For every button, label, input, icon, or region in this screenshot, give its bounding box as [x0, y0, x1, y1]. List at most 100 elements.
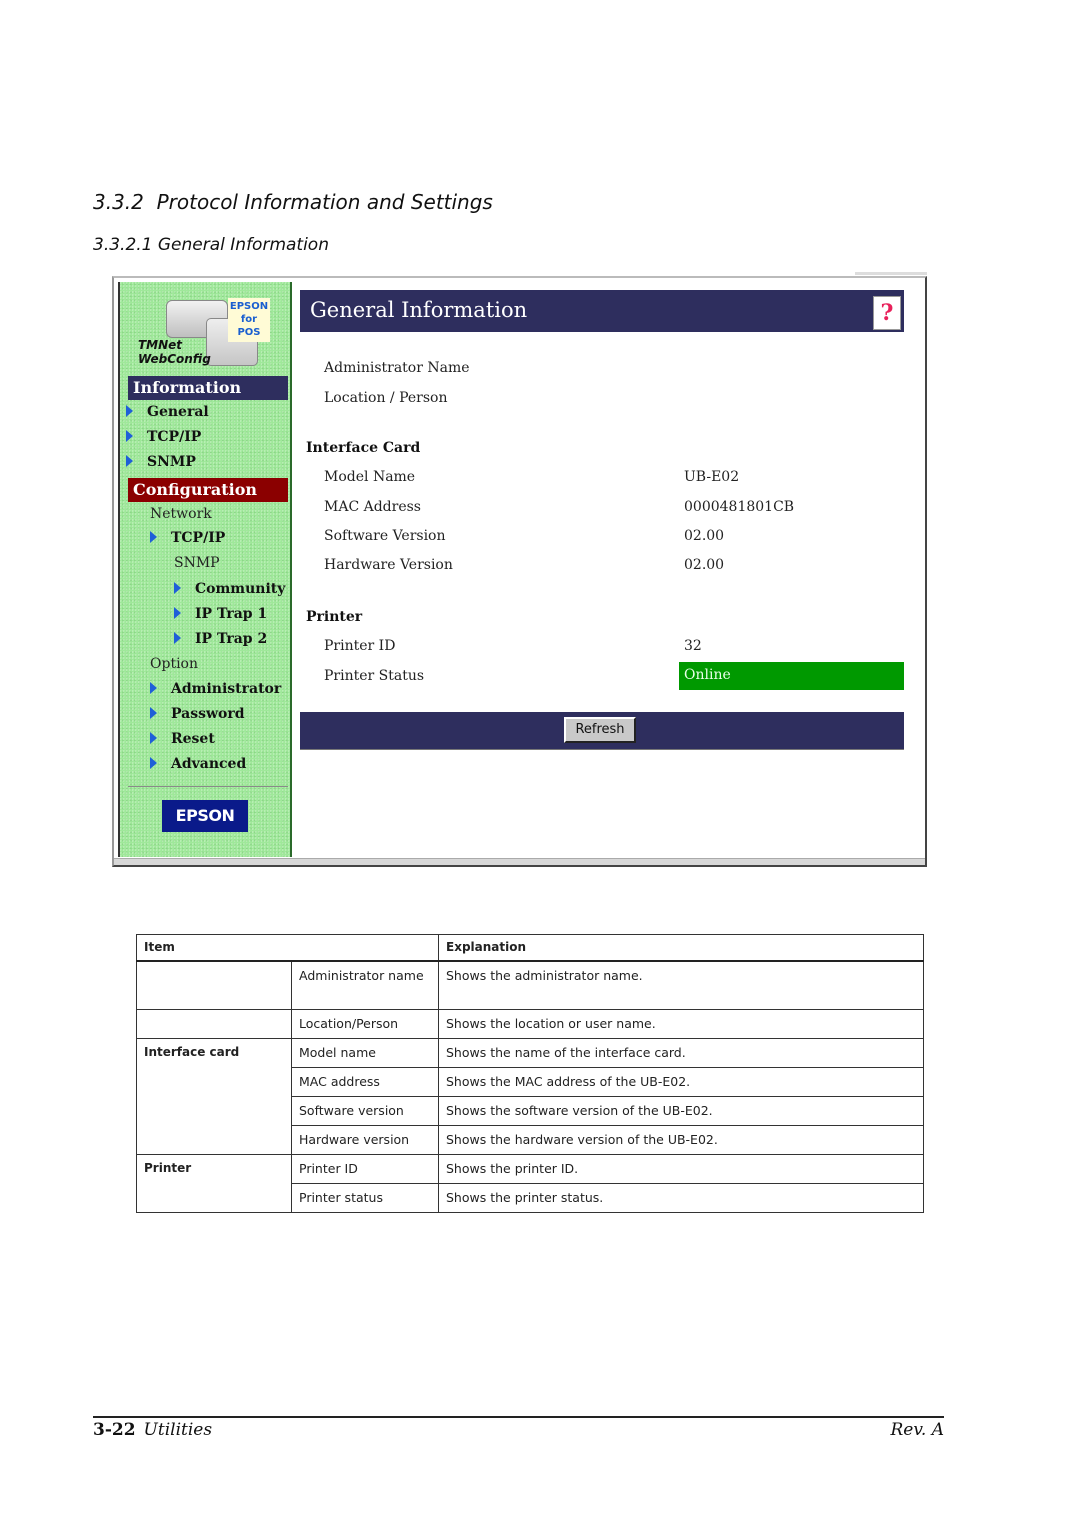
table-header-row: Item Explanation [136, 934, 924, 962]
nav-item-password[interactable]: Password [150, 706, 245, 722]
tag-line: for [240, 314, 258, 325]
window-edge [855, 272, 927, 275]
epson-for-pos-tag: EPSON for POS [228, 298, 270, 342]
nav-item-config-tcpip[interactable]: TCP/IP [150, 530, 225, 546]
label-software-version: Software Version [324, 528, 446, 544]
nav-label: SNMP [147, 454, 196, 470]
nav-group-option: Option [150, 656, 198, 672]
tag-line: EPSON [229, 301, 269, 312]
value-model-name: UB-E02 [684, 469, 740, 485]
arrow-icon [150, 707, 157, 719]
nav-item-reset[interactable]: Reset [150, 731, 215, 747]
product-name: TMNet WebConfig [138, 338, 211, 366]
nav-header-configuration: Configuration [128, 478, 288, 502]
nav-item-community[interactable]: Community [174, 581, 285, 597]
label-model-name: Model Name [324, 469, 416, 485]
explanation-cell: Shows the name of the interface card. [438, 1037, 924, 1068]
subsection-title: 3.3.2.1 General Information [93, 235, 329, 255]
nav-label: Administrator [171, 681, 282, 697]
arrow-icon [126, 455, 133, 467]
group-cell: Printer [136, 1153, 292, 1213]
explanation-cell: Shows the hardware version of the UB-E02… [438, 1124, 924, 1155]
table-row: Administrator name Shows the administrat… [136, 960, 924, 1010]
arrow-icon [150, 757, 157, 769]
value-software-version: 02.00 [684, 528, 725, 544]
arrow-icon [126, 405, 133, 417]
tmnet-webconfig-logo: EPSON for POS TMNet WebConfig [136, 292, 276, 372]
header-explanation: Explanation [438, 934, 924, 962]
webconfig-screenshot: EPSON for POS TMNet WebConfig Informatio… [112, 276, 927, 867]
chapter-name: Utilities [143, 1420, 213, 1440]
value-printer-id: 32 [684, 638, 702, 654]
nav-item-ip-trap-1[interactable]: IP Trap 1 [174, 606, 267, 622]
nav-label: TCP/IP [147, 429, 202, 445]
action-bar: Refresh [300, 712, 904, 750]
section-printer: Printer [306, 609, 363, 625]
group-cell [136, 1008, 292, 1039]
page-number: 3-22 [93, 1420, 136, 1440]
nav-divider [128, 786, 288, 787]
table-row: Interface card Model name Shows the name… [136, 1037, 924, 1155]
nav-item-advanced[interactable]: Advanced [150, 756, 246, 772]
explanation-cell: Shows the printer status. [438, 1182, 924, 1213]
nav-label: TCP/IP [171, 530, 226, 546]
arrow-icon [150, 732, 157, 744]
printer-status-badge: Online [679, 662, 904, 690]
item-explanation-table: Item Explanation Administrator name Show… [136, 934, 924, 1213]
table-row: Printer Printer ID Shows the printer ID. [136, 1153, 924, 1213]
product-line: TMNet [138, 338, 183, 352]
revision-label: Rev. A [890, 1420, 944, 1440]
tag-line: POS [237, 327, 261, 338]
explanation-cell: Shows the MAC address of the UB-E02. [438, 1066, 924, 1097]
item-cell: MAC address [291, 1066, 439, 1097]
explanation-cell: Shows the administrator name. [438, 960, 924, 1010]
item-cell: Location/Person [291, 1008, 439, 1039]
nav-group-snmp: SNMP [174, 555, 220, 571]
item-cell: Printer status [291, 1182, 439, 1213]
nav-item-ip-trap-2[interactable]: IP Trap 2 [174, 631, 267, 647]
epson-logo[interactable]: EPSON [162, 800, 248, 832]
item-cell: Hardware version [291, 1124, 439, 1155]
nav-label: IP Trap 1 [195, 606, 268, 622]
refresh-button[interactable]: Refresh [564, 717, 636, 743]
label-hardware-version: Hardware Version [324, 557, 453, 573]
arrow-icon [174, 607, 181, 619]
footer-rule [93, 1416, 944, 1418]
nav-item-general[interactable]: General [126, 404, 209, 420]
nav-label: Reset [171, 731, 215, 747]
header-item: Item [136, 934, 439, 962]
nav-label: General [147, 404, 209, 420]
sidebar: EPSON for POS TMNet WebConfig Informatio… [118, 282, 292, 857]
nav-label: Community [195, 581, 286, 597]
label-printer-id: Printer ID [324, 638, 396, 654]
group-cell: Interface card [136, 1037, 292, 1155]
page-title: General Information [300, 290, 904, 332]
nav-group-network: Network [150, 506, 212, 522]
field-administrator-name: Administrator Name [324, 360, 470, 376]
field-location-person: Location / Person [324, 390, 448, 406]
product-line: WebConfig [138, 352, 211, 366]
arrow-icon [150, 682, 157, 694]
section-title: 3.3.2 Protocol Information and Settings [93, 190, 493, 214]
nav-label: Advanced [171, 756, 247, 772]
label-mac-address: MAC Address [324, 499, 421, 515]
arrow-icon [150, 531, 157, 543]
value-mac-address: 0000481801CB [684, 499, 795, 515]
group-cell [136, 960, 292, 1010]
section-interface-card: Interface Card [306, 440, 421, 456]
nav-header-information: Information [128, 376, 288, 400]
arrow-icon [174, 632, 181, 644]
nav-item-snmp[interactable]: SNMP [126, 454, 196, 470]
explanation-cell: Shows the software version of the UB-E02… [438, 1095, 924, 1126]
footer-page-info: 3-22 Utilities [93, 1420, 212, 1440]
item-cell: Administrator name [291, 960, 439, 1010]
nav-item-tcpip[interactable]: TCP/IP [126, 429, 201, 445]
arrow-icon [126, 430, 133, 442]
arrow-icon [174, 582, 181, 594]
explanation-cell: Shows the location or user name. [438, 1008, 924, 1039]
item-cell: Printer ID [291, 1153, 439, 1184]
nav-label: IP Trap 2 [195, 631, 268, 647]
help-icon[interactable]: ? [873, 296, 901, 330]
label-printer-status: Printer Status [324, 668, 425, 684]
nav-item-administrator[interactable]: Administrator [150, 681, 281, 697]
